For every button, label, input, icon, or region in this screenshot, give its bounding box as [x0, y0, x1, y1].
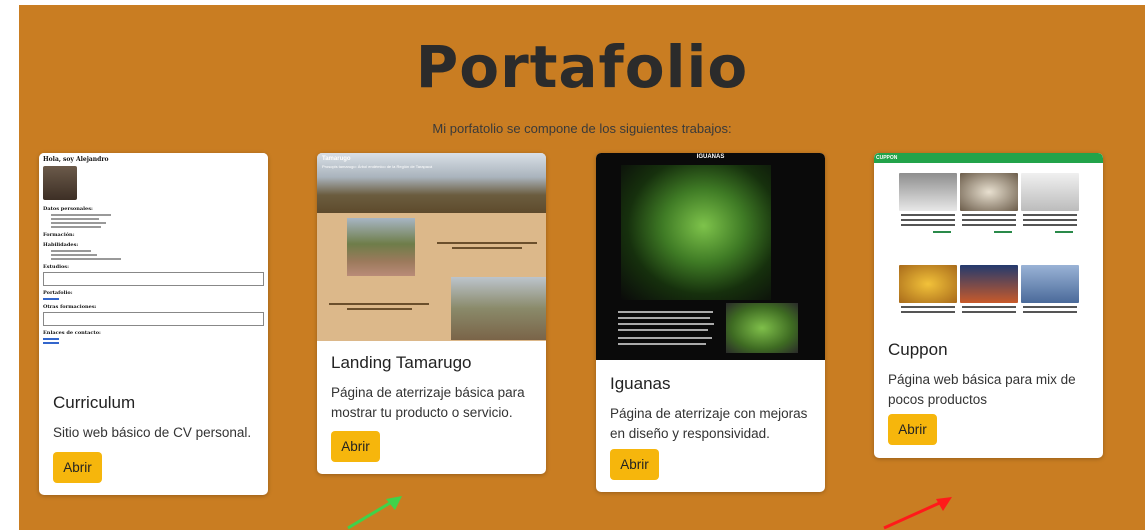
- open-tamarugo-button[interactable]: Abrir: [331, 431, 380, 462]
- card-text: Sitio web básico de CV personal.: [53, 425, 252, 440]
- thumb-cuppon-brand: CUPPON: [876, 155, 898, 161]
- project-thumbnail-tamarugo[interactable]: Tamarugo Prosopis tamarugo: Árbol endémi…: [317, 153, 546, 341]
- thumb-cv-table: [43, 312, 264, 326]
- thumb-cv-section: Formación:: [43, 232, 75, 238]
- project-thumbnail-iguanas[interactable]: IGUANAS: [596, 153, 825, 360]
- thumb-cv-section: Portafolio:: [43, 290, 73, 296]
- card-title: Curriculum: [53, 393, 136, 412]
- red-arrow-icon: [883, 497, 952, 530]
- page-title: Portafolio: [415, 33, 749, 101]
- thumb-tamarugo-title: Tamarugo: [322, 156, 351, 162]
- project-card-iguanas: IGUANAS Iguanas Página de aterrizaje con…: [596, 153, 825, 492]
- project-card-cuppon: CUPPON Cuppon Página web básica para mix…: [874, 153, 1103, 458]
- card-text: Página web básica para mix de pocos prod…: [888, 372, 1076, 408]
- thumb-cv-section: Enlaces de contacto:: [43, 330, 101, 336]
- thumb-cv-section: Estudios:: [43, 264, 69, 270]
- avatar: [43, 166, 77, 200]
- project-thumbnail-cuppon[interactable]: CUPPON: [874, 153, 1103, 329]
- thumb-hero-image: Tamarugo Prosopis tamarugo: Árbol endémi…: [317, 153, 546, 213]
- thumb-cv-table: [43, 272, 264, 286]
- thumb-cv-section: Habilidades:: [43, 242, 79, 248]
- open-iguanas-button[interactable]: Abrir: [610, 449, 659, 480]
- thumb-tamarugo-subtitle: Prosopis tamarugo: Árbol endémico de la …: [322, 164, 433, 169]
- card-title: Iguanas: [610, 374, 671, 393]
- card-text: Página de aterrizaje básica para mostrar…: [331, 385, 525, 421]
- thumb-navbar: CUPPON: [874, 153, 1103, 163]
- thumb-cv-section: Otras formaciones:: [43, 304, 97, 310]
- open-cuppon-button[interactable]: Abrir: [888, 414, 937, 445]
- project-card-curriculum: Hola, soy Alejandro Datos personales: Fo…: [39, 153, 268, 495]
- thumb-tree-image: [451, 277, 546, 340]
- portfolio-section: Portafolio Mi porfatolio se compone de l…: [19, 5, 1145, 530]
- card-title: Cuppon: [888, 340, 948, 359]
- thumb-cv-section: Datos personales:: [43, 206, 93, 212]
- project-thumbnail-curriculum[interactable]: Hola, soy Alejandro Datos personales: Fo…: [39, 153, 268, 383]
- thumb-tree-image: [347, 218, 415, 276]
- thumb-cv-heading: Hola, soy Alejandro: [43, 156, 109, 163]
- card-text: Página de aterrizaje con mejoras en dise…: [610, 406, 808, 442]
- card-title: Landing Tamarugo: [331, 353, 472, 372]
- thumb-iguanas-title: IGUANAS: [696, 154, 725, 160]
- green-arrow-icon: [347, 496, 402, 530]
- open-curriculum-button[interactable]: Abrir: [53, 452, 102, 483]
- thumb-lizard-image: [726, 303, 798, 353]
- page-subtitle: Mi porfatolio se compone de los siguient…: [432, 121, 732, 136]
- project-card-tamarugo: Tamarugo Prosopis tamarugo: Árbol endémi…: [317, 153, 546, 474]
- thumb-iguana-image: [621, 165, 771, 300]
